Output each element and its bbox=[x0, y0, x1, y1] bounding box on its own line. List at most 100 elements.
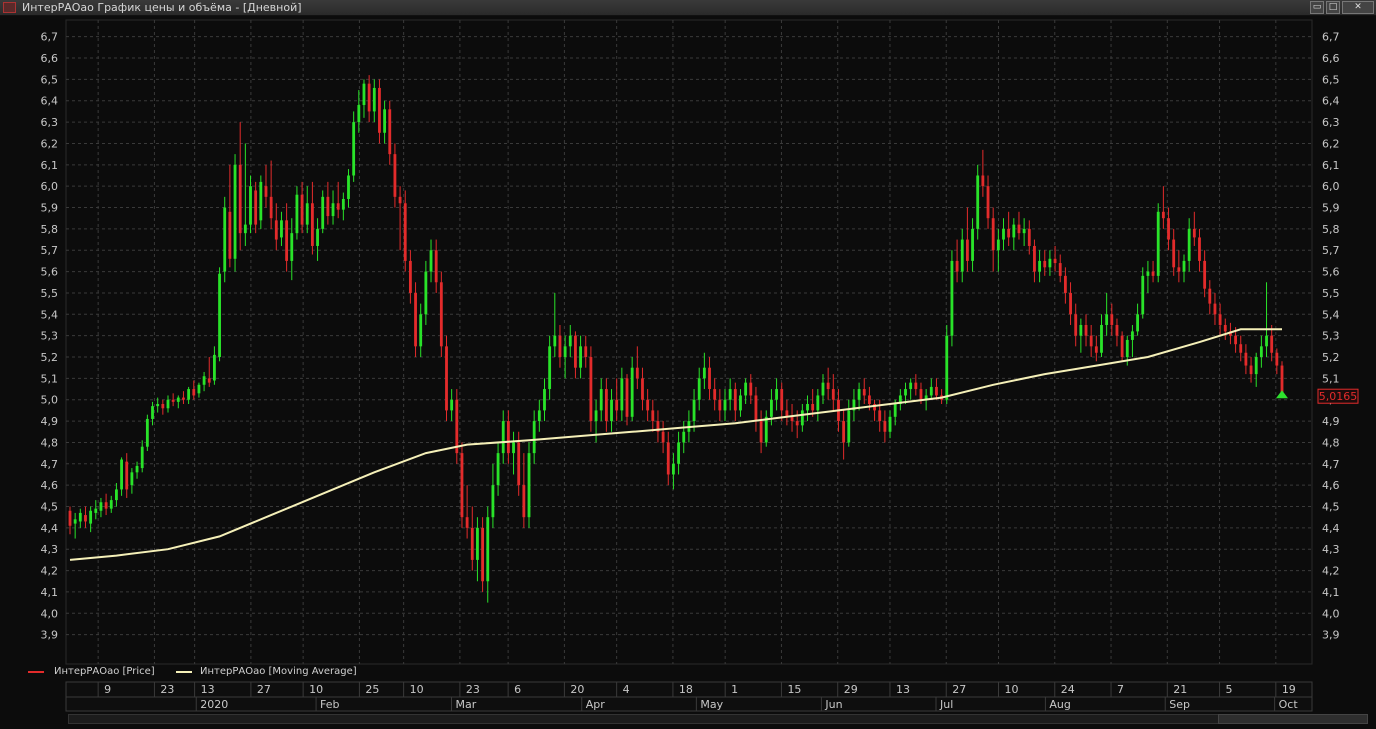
candle-body bbox=[228, 211, 232, 259]
candle-body bbox=[300, 194, 304, 225]
legend-item-moving-average: ИнтерРАОао [Moving Average] bbox=[200, 666, 357, 677]
plot-area bbox=[65, 19, 1313, 665]
x-day-label: 7 bbox=[1117, 683, 1124, 696]
app-icon bbox=[3, 2, 16, 13]
x-day-label: 10 bbox=[1004, 683, 1018, 696]
candle-body bbox=[971, 228, 974, 261]
scrollbar-thumb[interactable] bbox=[1218, 714, 1368, 724]
candle-body bbox=[1058, 263, 1062, 276]
candle-body bbox=[991, 218, 995, 251]
candle-body bbox=[904, 389, 907, 396]
candle-body bbox=[115, 489, 118, 501]
horizontal-scrollbar[interactable] bbox=[68, 714, 1312, 724]
candle-body bbox=[960, 239, 964, 272]
candle-body bbox=[950, 260, 954, 336]
candle-body bbox=[981, 175, 985, 187]
y-tick-label-left: 5,0 bbox=[41, 394, 59, 407]
candle-body bbox=[388, 109, 392, 155]
candle-body bbox=[1167, 218, 1170, 240]
candle-body bbox=[831, 389, 835, 400]
candle-body bbox=[739, 395, 742, 411]
candle-body bbox=[677, 442, 680, 464]
y-tick-label-left: 6,1 bbox=[41, 159, 59, 172]
candle-body bbox=[1007, 228, 1011, 238]
y-tick-label-right: 4,7 bbox=[1322, 458, 1340, 471]
candle-body bbox=[367, 83, 371, 112]
candle-body bbox=[1239, 344, 1243, 353]
x-day-label: 23 bbox=[466, 683, 480, 696]
candle-body bbox=[460, 453, 464, 518]
candle-body bbox=[182, 397, 185, 400]
restore-button[interactable]: ▭ bbox=[1310, 1, 1324, 14]
chart-area[interactable]: 3,9 3,9 4,0 4,0 4,1 4,1 4,2 4,2 4,3 4,3 4,4 4,4 4,5 4… bbox=[0, 16, 1376, 729]
candle-body bbox=[955, 260, 959, 272]
candle-body bbox=[754, 395, 758, 422]
y-tick-label-left: 6,5 bbox=[41, 73, 59, 86]
candle-body bbox=[1063, 275, 1067, 293]
candle-body bbox=[1249, 365, 1253, 375]
y-tick-label-right: 4,4 bbox=[1322, 522, 1340, 535]
y-tick-label-left: 4,1 bbox=[41, 586, 59, 599]
x-month-label: Apr bbox=[586, 698, 606, 711]
x-day-label: 4 bbox=[623, 683, 630, 696]
candle-body bbox=[285, 220, 289, 261]
candle-body bbox=[135, 465, 139, 473]
candle-body bbox=[1172, 239, 1176, 268]
candle-body bbox=[439, 282, 443, 347]
candle-body bbox=[450, 399, 454, 411]
y-tick-label-right: 5,8 bbox=[1322, 223, 1340, 236]
candle-body bbox=[553, 335, 557, 347]
y-tick-label-left: 4,9 bbox=[41, 415, 59, 428]
candle-body bbox=[821, 382, 825, 396]
candle-body bbox=[610, 399, 613, 422]
candle-body bbox=[476, 527, 479, 560]
candle-body bbox=[1048, 258, 1052, 268]
price-chart[interactable]: 3,9 3,9 4,0 4,0 4,1 4,1 4,2 4,2 4,3 4,3 4,4 4,4 4,5 4… bbox=[0, 16, 1376, 729]
y-tick-label-right: 5,2 bbox=[1322, 351, 1340, 364]
y-tick-label-right: 4,9 bbox=[1322, 415, 1340, 428]
maximize-button[interactable]: □ bbox=[1326, 1, 1340, 14]
y-tick-label-right: 6,7 bbox=[1322, 31, 1340, 44]
candle-body bbox=[1275, 352, 1279, 366]
candle-body bbox=[548, 346, 552, 390]
candle-body bbox=[383, 109, 387, 133]
candle-body bbox=[1017, 224, 1021, 234]
candle-body bbox=[604, 389, 608, 422]
candle-body bbox=[398, 196, 402, 204]
candle-body bbox=[759, 421, 763, 443]
candle-body bbox=[780, 389, 784, 411]
candle-body bbox=[893, 404, 897, 417]
candle-body bbox=[68, 510, 72, 526]
candle-body bbox=[99, 502, 103, 511]
candle-body bbox=[424, 271, 428, 315]
y-tick-label-right: 3,9 bbox=[1322, 629, 1340, 642]
x-day-label: 10 bbox=[309, 683, 323, 696]
y-tick-label-left: 4,3 bbox=[41, 543, 59, 556]
x-month-label: Oct bbox=[1279, 698, 1299, 711]
candle-body bbox=[145, 418, 149, 447]
candle-body bbox=[708, 367, 711, 390]
candle-body bbox=[697, 378, 701, 400]
candle-body bbox=[733, 389, 737, 411]
x-axis-months bbox=[65, 696, 1313, 712]
legend-swatch-moving-average bbox=[176, 671, 192, 673]
y-tick-label-left: 6,3 bbox=[41, 116, 59, 129]
close-button[interactable]: ✕ bbox=[1342, 1, 1374, 14]
candle-body bbox=[393, 154, 397, 197]
candle-body bbox=[764, 416, 768, 443]
candle-body bbox=[795, 421, 799, 426]
y-tick-label-left: 4,5 bbox=[41, 501, 59, 514]
candle-body bbox=[749, 382, 753, 396]
y-tick-label-right: 6,3 bbox=[1322, 116, 1340, 129]
candle-body bbox=[1234, 335, 1237, 345]
candle-body bbox=[233, 164, 237, 259]
candle-body bbox=[336, 203, 340, 210]
candle-body bbox=[1203, 260, 1207, 289]
candle-body bbox=[811, 404, 815, 411]
candle-body bbox=[1002, 228, 1005, 240]
candle-body bbox=[362, 83, 366, 106]
candle-body bbox=[919, 389, 923, 400]
candle-body bbox=[929, 386, 933, 396]
y-tick-label-left: 3,9 bbox=[41, 629, 59, 642]
candle-body bbox=[218, 273, 221, 358]
